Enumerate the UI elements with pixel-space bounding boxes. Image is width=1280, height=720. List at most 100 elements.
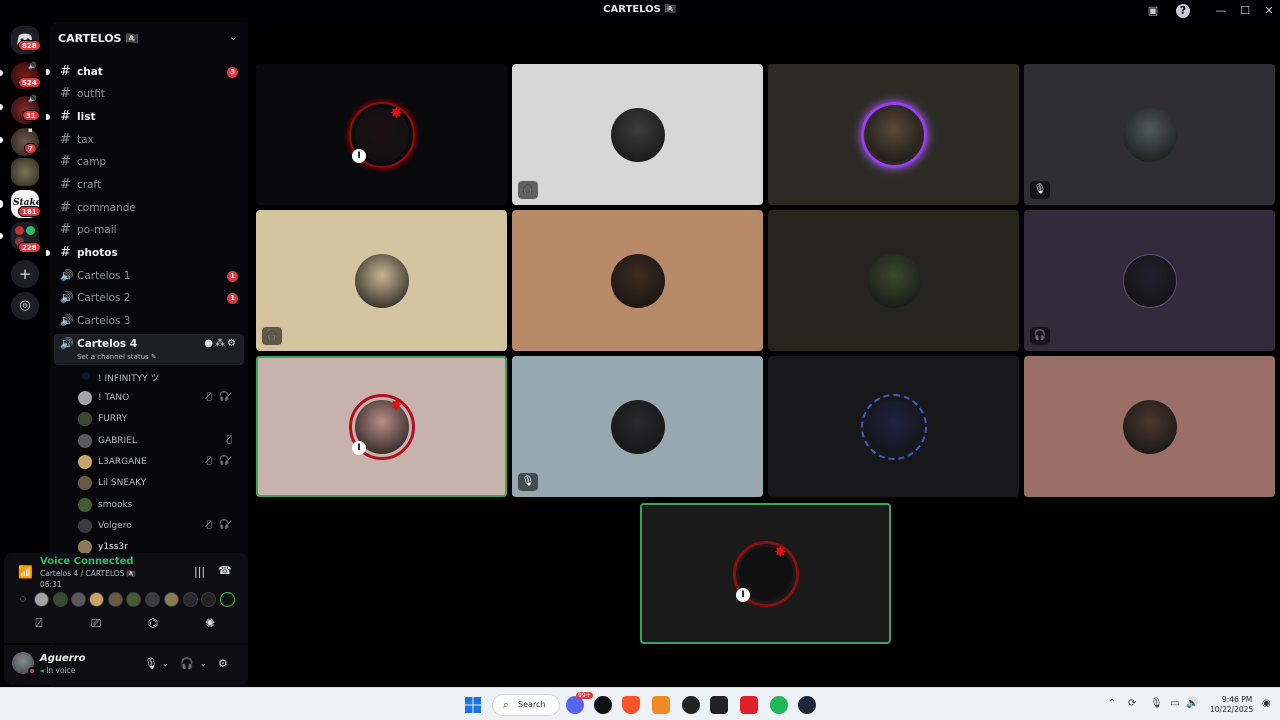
voice-member[interactable]: GABRIEL 🎙̸ (78, 431, 238, 451)
voice-channel-cartelos-2[interactable]: 🔊 Cartelos 2 1 (54, 288, 244, 308)
voice-member[interactable]: ! INFINITYY ツ (78, 366, 238, 386)
participant-tile[interactable] (768, 210, 1019, 351)
participant-tile[interactable]: ✸ I (256, 64, 507, 205)
participant-avatar[interactable] (145, 592, 160, 607)
disconnect-icon[interactable]: ☎ (218, 564, 232, 577)
clock-date[interactable]: 10/22/2025 (1210, 705, 1253, 714)
sync-icon[interactable]: ⟳ (1128, 698, 1136, 709)
chevron-down-icon[interactable]: ⌄ (229, 30, 238, 43)
github-taskbar-icon[interactable] (594, 696, 612, 714)
channel-commande[interactable]: # commande (54, 198, 244, 218)
chevron-up-icon[interactable]: ⌃ (1108, 698, 1116, 709)
signal-icon[interactable]: 📶 (18, 565, 33, 579)
spotify-taskbar-icon[interactable] (770, 696, 788, 714)
participant-tile[interactable]: ✸ I (256, 356, 507, 497)
channel-camp[interactable]: # camp (54, 152, 244, 172)
participant-tile[interactable] (512, 210, 763, 351)
participant-tile[interactable] (768, 64, 1019, 205)
gear-icon[interactable]: ⚙ (218, 657, 228, 670)
add-member-icon[interactable]: ⁂ (215, 338, 227, 349)
channel-craft[interactable]: # craft (54, 175, 244, 195)
network-icon[interactable]: ▭ (1170, 698, 1179, 709)
minimize-button[interactable]: — (1214, 4, 1228, 17)
inbox-icon[interactable]: ▣ (1146, 4, 1160, 18)
search-label: Search (518, 700, 546, 709)
discord-taskbar-icon[interactable]: 99+ (566, 692, 593, 714)
chevron-down-icon[interactable]: ⌄ (200, 659, 207, 668)
add-server-button[interactable]: + (11, 260, 39, 288)
server-4-icon[interactable] (11, 158, 39, 186)
windows-start-icon[interactable] (464, 696, 482, 714)
voice-channel-cartelos-4[interactable]: 🔊 Cartelos 4 Set a channel status ✎ ●⁂⚙ (54, 334, 244, 365)
participant-avatar[interactable] (201, 592, 216, 607)
participant-avatar[interactable] (34, 592, 49, 607)
participant-avatar[interactable] (20, 596, 26, 602)
taskbar-search[interactable]: ⌕ Search (492, 694, 560, 716)
participant-tile[interactable]: 🎧 (1024, 210, 1275, 351)
screen-icon: ▪ (28, 126, 33, 134)
avatar (1122, 253, 1177, 308)
windows-logo-icon (465, 697, 481, 713)
channel-chat[interactable]: # chat 3 (46, 62, 244, 82)
chevron-down-icon[interactable]: ⌄ (162, 659, 169, 668)
channel-outfit[interactable]: # outfit (54, 84, 244, 104)
activity-icon[interactable]: ⌬ (142, 616, 164, 634)
channel-po-mail[interactable]: # po-mail (54, 220, 244, 240)
voice-member[interactable]: Volgero 🎙̸ 🎧̸ (78, 516, 238, 536)
participant-avatar[interactable] (89, 592, 104, 607)
noise-suppression-icon[interactable]: ||| (194, 565, 205, 578)
discover-button[interactable]: ◎ (11, 292, 39, 320)
voice-member[interactable]: ! TANO 🎙̸ 🎧̸ (78, 388, 238, 408)
participant-tile[interactable]: 🎙 (512, 356, 763, 497)
participant-tile[interactable] (768, 356, 1019, 497)
voice-channel-cartelos-1[interactable]: 🔊 Cartelos 1 1 (54, 266, 244, 286)
mute-deafen-icons: 🎙̸ 🎧̸ (206, 392, 234, 402)
participant-avatar[interactable] (108, 592, 123, 607)
channel-status-link[interactable]: Set a channel status ✎ (77, 353, 157, 361)
microphone-icon[interactable]: 🎙 (144, 657, 158, 670)
server-name[interactable]: CARTELOS 🏴‍☠️ (58, 32, 139, 45)
participant-avatar[interactable] (183, 592, 198, 607)
steam-tray-icon[interactable]: ◉ (1262, 698, 1271, 709)
channel-list[interactable]: # list (46, 107, 244, 127)
channel-tax[interactable]: # tax (54, 130, 244, 150)
voice-member[interactable]: smooks (78, 495, 238, 515)
participant-tile-self[interactable]: ✸ I (640, 503, 891, 644)
voice-location[interactable]: Cartelos 4 / CARTELOS 🏴‍☠️ (40, 569, 136, 578)
camera-off-icon[interactable]: ⍁ (28, 616, 50, 634)
voice-member[interactable]: L3ARGANE 🎙̸ 🎧̸ (78, 452, 238, 472)
participant-avatar[interactable] (71, 592, 86, 607)
app-b-taskbar-icon[interactable] (682, 696, 700, 714)
chat-bubble-icon[interactable]: ● (204, 338, 215, 349)
participant-tile[interactable]: 🎧 (512, 64, 763, 205)
app-red-taskbar-icon[interactable] (740, 696, 758, 714)
voice-member[interactable]: FURRY (78, 409, 238, 429)
participant-tile[interactable]: 🎧 (256, 210, 507, 351)
participant-tile[interactable]: 🎙 (1024, 64, 1275, 205)
close-button[interactable]: ✕ (1262, 4, 1276, 17)
gear-icon[interactable]: ⚙ (227, 338, 238, 349)
volume-icon[interactable]: 🔊 (1186, 698, 1198, 709)
participant-avatar[interactable] (220, 592, 235, 607)
soundboard-icon[interactable]: ✺ (199, 616, 221, 634)
voice-status-title[interactable]: Voice Connected (40, 556, 134, 567)
channel-label: Cartelos 4 (77, 338, 138, 350)
microphone-icon[interactable]: 🎙 (1150, 698, 1163, 709)
app-m-taskbar-icon[interactable] (710, 696, 728, 714)
app-a-taskbar-icon[interactable] (652, 696, 670, 714)
participant-avatar[interactable] (126, 592, 141, 607)
channel-photos[interactable]: # photos (46, 243, 244, 263)
screen-share-icon[interactable]: ⎚ (85, 616, 107, 634)
participant-avatar[interactable] (53, 592, 68, 607)
participant-tile[interactable] (1024, 356, 1275, 497)
help-icon[interactable]: ? (1176, 4, 1190, 18)
steam-taskbar-icon[interactable] (798, 696, 816, 714)
brave-taskbar-icon[interactable] (622, 696, 640, 714)
maximize-button[interactable]: ☐ (1238, 4, 1252, 17)
headphones-icon[interactable]: 🎧 (180, 657, 194, 670)
clock-time[interactable]: 9:46 PM (1222, 695, 1252, 704)
participant-avatar[interactable] (164, 592, 179, 607)
voice-channel-cartelos-3[interactable]: 🔊 Cartelos 3 (54, 311, 244, 331)
user-name[interactable]: Aguerro (40, 653, 86, 664)
voice-member[interactable]: Lil SNEAKY (78, 473, 238, 493)
